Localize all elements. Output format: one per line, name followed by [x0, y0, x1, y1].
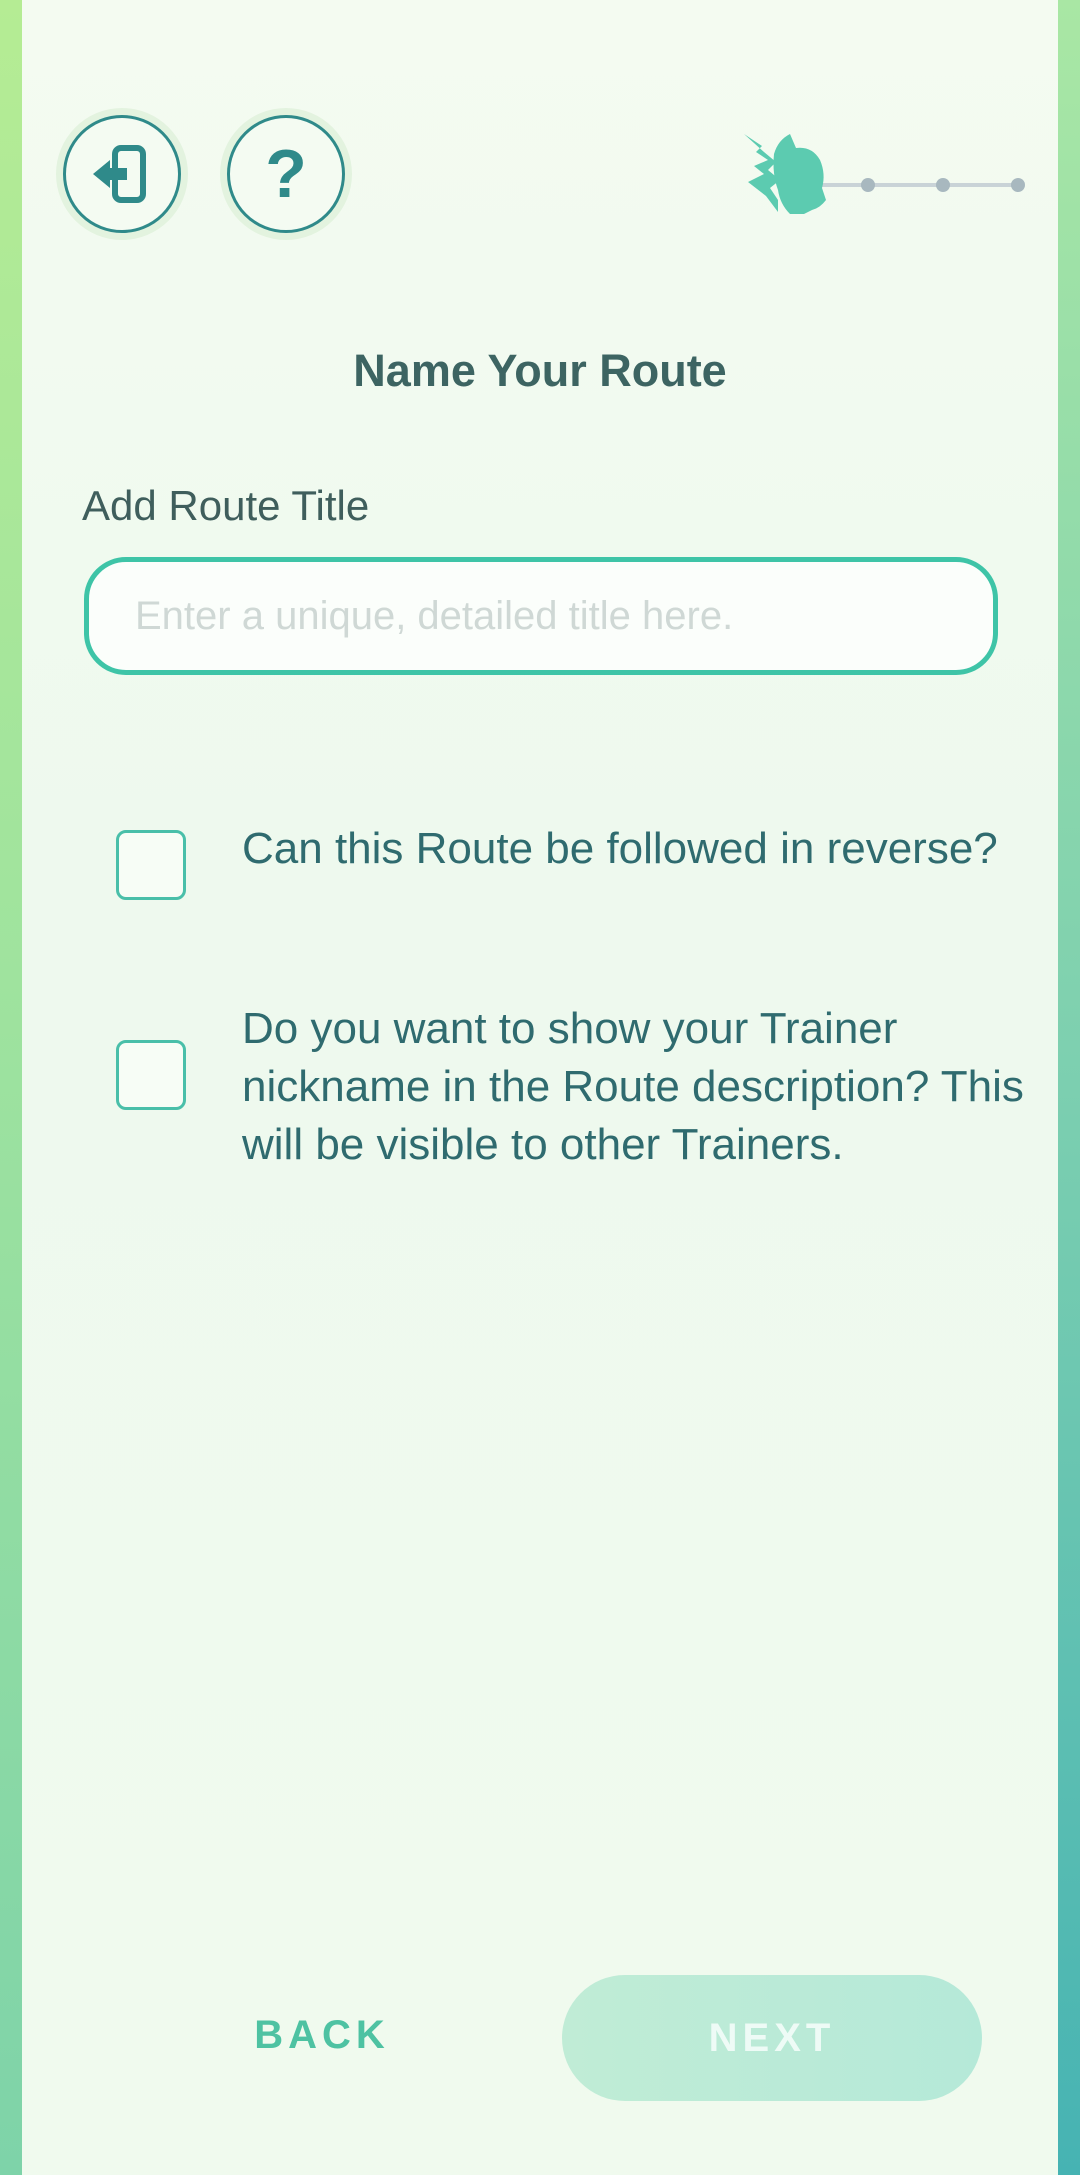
- progress-step-dot: [861, 178, 875, 192]
- right-edge-border: [1058, 0, 1080, 2175]
- pikachu-silhouette-icon: [744, 134, 826, 214]
- page-title: Name Your Route: [353, 345, 727, 396]
- reverse-route-checkbox[interactable]: [116, 830, 186, 900]
- route-title-input[interactable]: [84, 557, 998, 675]
- route-title-label: Add Route Title: [82, 482, 370, 529]
- back-button[interactable]: BACK: [222, 2000, 422, 2070]
- reverse-option-row: Can this Route be followed in reverse?: [92, 820, 1022, 940]
- progress-step-dot: [1011, 178, 1025, 192]
- next-button[interactable]: NEXT: [562, 1975, 982, 2101]
- show-nickname-checkbox[interactable]: [116, 1040, 186, 1110]
- question-mark-icon: ?: [265, 136, 307, 212]
- show-nickname-option-label: Do you want to show your Trainer nicknam…: [242, 1004, 1024, 1169]
- route-naming-panel: ? Name Your Route Add Route Title Can th…: [22, 0, 1058, 2175]
- exit-door-icon: [93, 145, 146, 203]
- reverse-option-label: Can this Route be followed in reverse?: [242, 824, 998, 873]
- exit-button[interactable]: [63, 115, 181, 233]
- progress-step-dot: [936, 178, 950, 192]
- show-nickname-option-row: Do you want to show your Trainer nicknam…: [92, 1000, 1024, 1180]
- help-button[interactable]: ?: [227, 115, 345, 233]
- step-progress-indicator: [744, 134, 1025, 214]
